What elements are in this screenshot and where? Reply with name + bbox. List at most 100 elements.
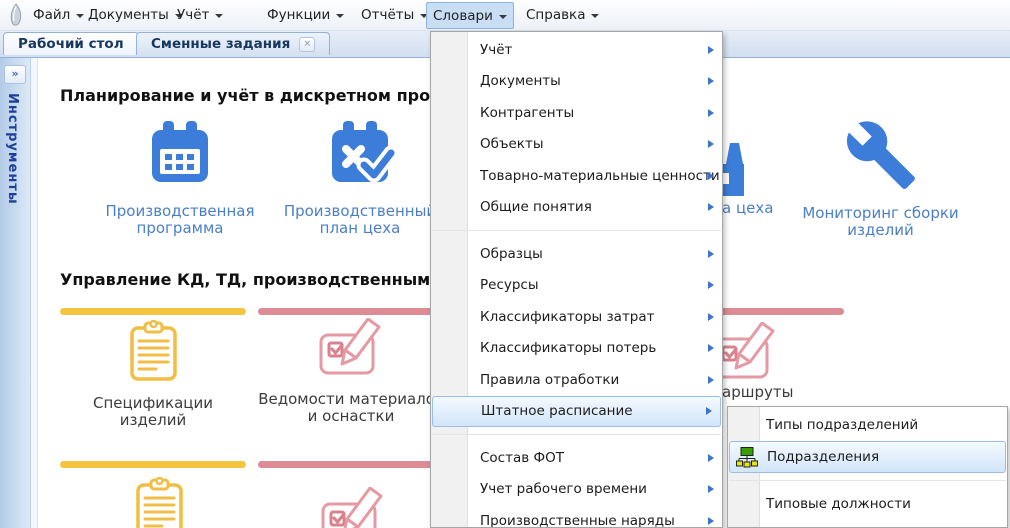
card-label: Мониторинг сборки изделий xyxy=(783,205,978,239)
menu-item-department-types[interactable]: Типы подразделений xyxy=(728,409,1007,441)
menu-item-resources[interactable]: Ресурсы xyxy=(431,270,722,302)
submenu-arrow-icon xyxy=(708,344,714,352)
accent-bar-pink xyxy=(258,308,444,315)
card-production-program[interactable]: Производственная программа xyxy=(90,118,270,237)
card-product-specifications[interactable]: Спецификации изделий xyxy=(60,320,246,429)
tab-label: Сменные задания xyxy=(151,36,290,52)
menubar-label: Функции xyxy=(267,7,330,23)
wrench-icon xyxy=(844,118,918,192)
menu-item-label: Общие понятия xyxy=(480,199,592,215)
menu-separator xyxy=(431,427,722,442)
menu-item-loss-classifiers[interactable]: Классификаторы потерь xyxy=(431,333,722,365)
card-label: Производственный план цеха xyxy=(270,203,450,237)
sidebar-splitter[interactable] xyxy=(31,57,38,528)
menu-item-label: Штатное расписание xyxy=(481,403,633,419)
menubar-label: Справка xyxy=(526,7,585,23)
menu-item-label: Образцы xyxy=(480,246,543,262)
app-window: Планирование и учёт в дискретном произ П… xyxy=(0,0,1010,528)
submenu-arrow-icon xyxy=(708,313,714,321)
accent-bar-yellow xyxy=(60,308,246,315)
menu-item-staffing-schedule[interactable]: Штатное расписание xyxy=(432,396,721,428)
menu-item-typical-positions[interactable]: Типовые должности xyxy=(728,488,1007,520)
menubar-item-help[interactable]: Справка xyxy=(520,4,605,26)
menu-item-departments[interactable]: Подразделения xyxy=(729,441,1006,473)
menu-item-counterparties[interactable]: Контрагенты xyxy=(431,97,722,129)
menu-item-time-tracking[interactable]: Учет рабочего времени xyxy=(431,474,722,506)
menu-item-label: Товарно-материальные ценности xyxy=(480,168,720,184)
menubar-label: Учёт xyxy=(177,7,209,23)
menu-item-inventory[interactable]: Товарно-материальные ценности xyxy=(431,160,722,192)
menu-item-label: Типы подразделений xyxy=(766,417,918,433)
card-shop-production-plan[interactable]: Производственный план цеха xyxy=(270,118,450,237)
submenu-arrow-icon xyxy=(708,203,714,211)
menu-item-label: Типовые должности xyxy=(766,496,911,512)
menubar-item-accounting[interactable]: Учёт xyxy=(171,4,229,26)
submenu-arrow-icon xyxy=(708,172,714,180)
menu-item-objects[interactable]: Объекты xyxy=(431,129,722,161)
submenu-arrow-icon xyxy=(708,281,714,289)
menu-item-accounting[interactable]: Учёт xyxy=(431,34,722,66)
submenu-arrow-icon xyxy=(708,140,714,148)
submenu-arrow-icon xyxy=(708,517,714,525)
calendar-grid-icon xyxy=(144,118,216,190)
submenu-arrow-icon xyxy=(708,485,714,493)
menu-item-processing-rules[interactable]: Правила отработки xyxy=(431,364,722,396)
submenu-arrow-icon xyxy=(708,77,714,85)
tab-label: Рабочий стол xyxy=(18,36,124,52)
clipboard-icon[interactable] xyxy=(130,477,188,528)
menu-item-label: Состав ФОТ xyxy=(480,450,564,466)
menu-item-documents[interactable]: Документы xyxy=(431,66,722,98)
submenu-arrow-icon xyxy=(708,109,714,117)
chevron-down-icon xyxy=(499,15,507,19)
sidebar-expand-icon[interactable]: » xyxy=(4,65,26,84)
chevron-down-icon xyxy=(215,14,223,18)
menubar-label: Файл xyxy=(33,7,70,23)
org-chart-icon xyxy=(736,447,758,468)
menu-item-label: Документы xyxy=(480,73,561,89)
section-title-planning: Планирование и учёт в дискретном произ xyxy=(60,86,451,105)
submenu-arrow-icon xyxy=(706,407,712,415)
menu-item-general-concepts[interactable]: Общие понятия xyxy=(431,192,722,224)
menu-item-label: Подразделения xyxy=(767,449,879,465)
chevron-down-icon xyxy=(591,14,599,18)
menu-item-label: Объекты xyxy=(480,136,543,152)
tab-desktop[interactable]: Рабочий стол xyxy=(3,32,139,55)
card-assembly-monitoring[interactable]: Мониторинг сборки изделий xyxy=(783,118,978,239)
accent-bar-pink xyxy=(258,461,444,468)
menu-item-label: Классификаторы потерь xyxy=(480,340,656,356)
menubar-item-functions[interactable]: Функции xyxy=(261,4,350,26)
chevron-down-icon xyxy=(336,14,344,18)
menu-separator xyxy=(431,223,722,238)
menu-separator xyxy=(728,473,1007,488)
section-title-management: Управление КД, ТД, производственным со xyxy=(60,270,456,289)
menu-item-label: Контрагенты xyxy=(480,105,574,121)
menu-item-payroll-composition[interactable]: Состав ФОТ xyxy=(431,442,722,474)
card-material-lists[interactable]: Ведомости материалов и оснастки xyxy=(258,318,444,425)
tab-shift-tasks[interactable]: Сменные задания × xyxy=(136,32,330,55)
submenu-arrow-icon xyxy=(708,376,714,384)
menu-item-label: Учет рабочего времени xyxy=(480,481,647,497)
hidden-card-label-fragment[interactable]: а цеха xyxy=(722,199,773,217)
menubar-item-file[interactable]: Файл xyxy=(27,4,90,26)
menu-item-cost-classifiers[interactable]: Классификаторы затрат xyxy=(431,301,722,333)
menu-item-label: Учёт xyxy=(480,42,512,58)
tab-close-icon[interactable]: × xyxy=(299,37,315,52)
staffing-submenu: Типы подразделений Подразделения Типовые… xyxy=(727,406,1008,528)
sidebar-title-tools[interactable]: Инструменты xyxy=(5,93,20,205)
menu-item-partially-cut[interactable]: Д xyxy=(728,520,1007,528)
menu-item-label: Производственные наряды xyxy=(480,513,675,528)
card-label: Спецификации изделий xyxy=(60,395,246,429)
menubar-label: Словари xyxy=(433,8,493,24)
document-pencil-icon[interactable] xyxy=(320,487,386,528)
menubar-label: Отчёты xyxy=(361,7,414,23)
hidden-card-label-fragment[interactable]: аршруты xyxy=(722,383,793,401)
menubar-item-dictionaries[interactable]: Словари xyxy=(426,2,514,29)
menu-item-label: Правила отработки xyxy=(480,372,619,388)
menu-item-samples[interactable]: Образцы xyxy=(431,238,722,270)
menubar-item-reports[interactable]: Отчёты xyxy=(355,4,434,26)
menu-item-production-orders[interactable]: Производственные наряды xyxy=(431,505,722,528)
card-label: Ведомости материалов и оснастки xyxy=(258,391,444,425)
accent-bar-yellow xyxy=(60,461,246,468)
menubar-label: Документы xyxy=(88,7,169,23)
dictionaries-dropdown-menu: Учёт Документы Контрагенты Объекты Товар… xyxy=(430,31,723,528)
